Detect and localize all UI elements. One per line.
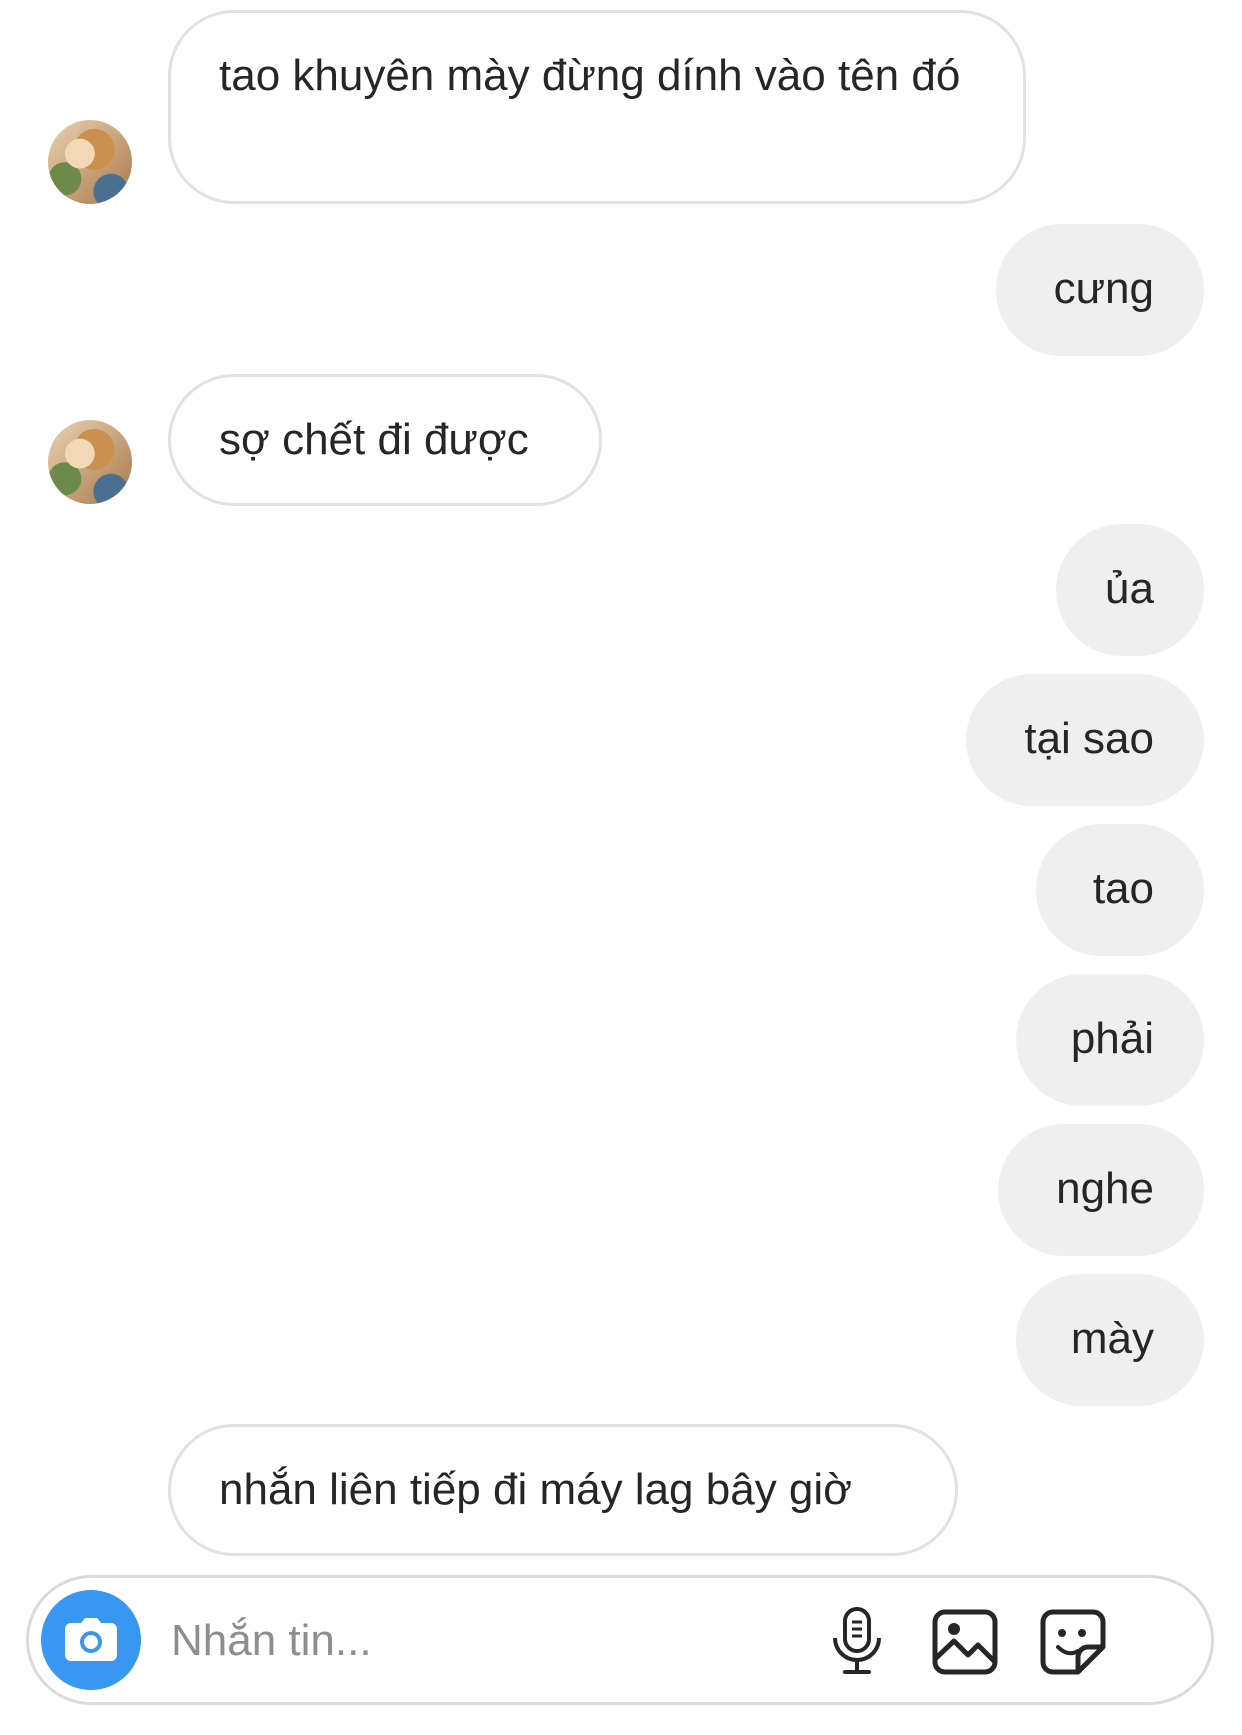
microphone-button[interactable] (819, 1604, 895, 1680)
message-text: phải (1070, 1014, 1154, 1063)
camera-button[interactable] (41, 1590, 141, 1690)
message-text: nhắn liên tiếp đi máy lag bây giờ (219, 1465, 853, 1514)
sticker-icon (1040, 1609, 1106, 1675)
camera-icon (65, 1618, 117, 1661)
avatar[interactable] (48, 420, 132, 504)
message-bubble-sent[interactable]: ủa (1056, 524, 1204, 656)
gallery-icon (932, 1609, 998, 1675)
message-text: tao (1092, 864, 1154, 913)
message-bubble-sent[interactable]: cưng (996, 224, 1204, 356)
message-text: tao khuyên mày đừng dính vào tên đó (219, 51, 961, 100)
message-bubble-sent[interactable]: nghe (998, 1124, 1204, 1256)
gallery-button[interactable] (927, 1604, 1003, 1680)
message-text: mày (1070, 1314, 1154, 1363)
message-text: sợ chết đi được (219, 415, 529, 464)
message-bubble-sent[interactable]: mày (1016, 1274, 1204, 1406)
message-bubble-sent[interactable]: phải (1016, 974, 1204, 1106)
message-bubble-received[interactable]: sợ chết đi được (168, 374, 602, 506)
microphone-icon (833, 1607, 881, 1674)
message-bubble-received[interactable]: nhắn liên tiếp đi máy lag bây giờ (168, 1424, 958, 1556)
message-input[interactable] (169, 1603, 733, 1679)
message-text: tại sao (1024, 714, 1154, 763)
message-bubble-sent[interactable]: tao (1036, 824, 1204, 956)
message-text: nghe (1056, 1164, 1154, 1213)
sticker-button[interactable] (1035, 1604, 1111, 1680)
message-text: cưng (1053, 264, 1154, 313)
message-text: ủa (1105, 564, 1154, 613)
message-composer (26, 1575, 1214, 1705)
message-bubble-received[interactable]: tao khuyên mày đừng dính vào tên đó (168, 10, 1026, 204)
message-bubble-sent[interactable]: tại sao (966, 674, 1204, 806)
avatar[interactable] (48, 120, 132, 204)
